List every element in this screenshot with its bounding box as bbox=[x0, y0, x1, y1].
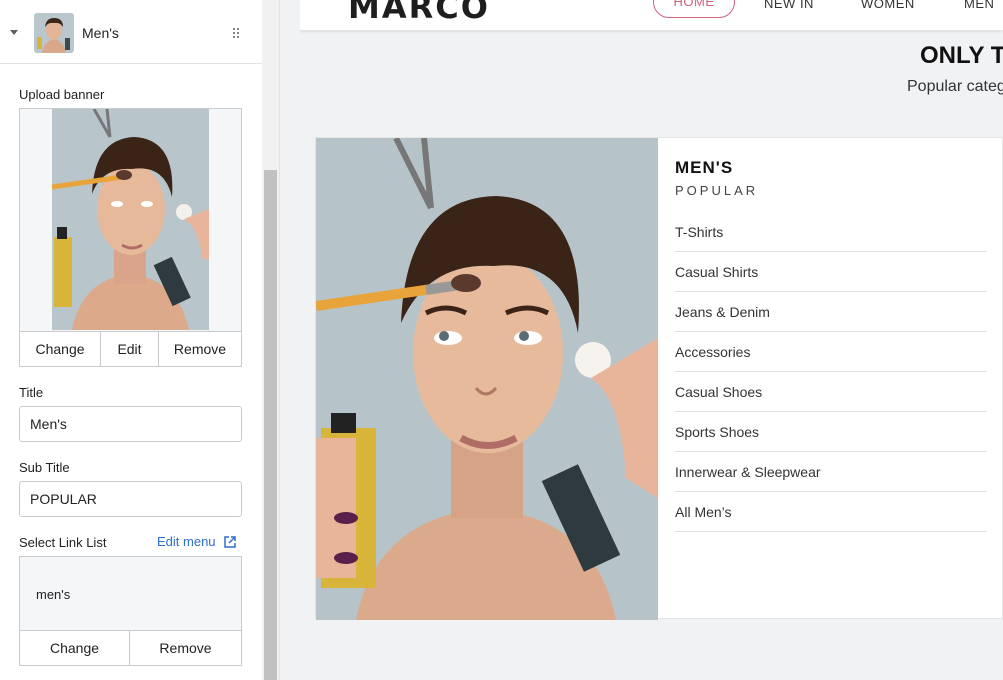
nav-new-in[interactable]: NEW IN bbox=[764, 0, 814, 11]
nav-women[interactable]: WOMEN bbox=[861, 0, 915, 11]
banner-upload-box: Change Edit Remove bbox=[19, 108, 242, 367]
category-card: MEN'S POPULAR T-Shirts Casual Shirts Jea… bbox=[315, 137, 1003, 620]
editor-sidebar: Men's Upload banner Change Edit Remove T… bbox=[0, 0, 262, 680]
subtitle-input[interactable]: POPULAR bbox=[19, 481, 242, 517]
banner-edit-button[interactable]: Edit bbox=[101, 332, 159, 366]
category-link[interactable]: Casual Shirts bbox=[675, 252, 987, 292]
title-label: Title bbox=[19, 385, 44, 400]
store-header: MARCO HOME NEW IN WOMEN MEN bbox=[300, 0, 1003, 30]
category-link[interactable]: Jeans & Denim bbox=[675, 292, 987, 332]
title-input[interactable]: Men's bbox=[19, 406, 242, 442]
category-subtitle: POPULAR bbox=[675, 183, 759, 198]
category-title: MEN'S bbox=[675, 158, 734, 177]
category-link[interactable]: Casual Shoes bbox=[675, 372, 987, 412]
banner-button-row: Change Edit Remove bbox=[20, 331, 241, 366]
block-header[interactable]: Men's bbox=[0, 0, 262, 64]
category-link[interactable]: Innerwear & Sleepwear bbox=[675, 452, 987, 492]
link-change-button[interactable]: Change bbox=[20, 631, 130, 665]
category-link[interactable]: Accessories bbox=[675, 332, 987, 372]
category-link[interactable]: Sports Shoes bbox=[675, 412, 987, 452]
link-remove-button[interactable]: Remove bbox=[130, 631, 241, 665]
category-banner-image[interactable] bbox=[316, 138, 658, 620]
nav-men[interactable]: MEN bbox=[964, 0, 994, 11]
banner-image bbox=[52, 109, 209, 330]
edit-menu-label: Edit menu bbox=[157, 534, 216, 549]
subtitle-label: Sub Title bbox=[19, 460, 70, 475]
link-button-row: Change Remove bbox=[20, 630, 241, 665]
link-list-value: men's bbox=[36, 587, 71, 602]
panel-divider bbox=[279, 0, 300, 680]
sidebar-scrollbar-thumb[interactable] bbox=[264, 170, 277, 680]
store-logo[interactable]: MARCO bbox=[348, 0, 490, 26]
caret-down-icon[interactable] bbox=[10, 30, 18, 35]
drag-handle-icon[interactable] bbox=[233, 28, 240, 38]
banner-remove-button[interactable]: Remove bbox=[159, 332, 241, 366]
external-link-icon bbox=[223, 535, 236, 548]
link-list-box: men's Change Remove bbox=[19, 556, 242, 666]
category-link[interactable]: T-Shirts bbox=[675, 212, 987, 252]
section-subheading: Popular categ bbox=[907, 78, 1003, 95]
banner-change-button[interactable]: Change bbox=[20, 332, 101, 366]
block-thumbnail bbox=[34, 13, 74, 53]
edit-menu-link[interactable]: Edit menu bbox=[157, 534, 236, 549]
upload-banner-label: Upload banner bbox=[19, 87, 105, 102]
store-preview: MARCO HOME NEW IN WOMEN MEN ONLY T Popul… bbox=[300, 0, 1003, 680]
block-title: Men's bbox=[82, 25, 119, 41]
link-list-label: Select Link List bbox=[19, 535, 107, 550]
section-heading: ONLY T bbox=[920, 42, 1003, 69]
nav-home[interactable]: HOME bbox=[653, 0, 735, 18]
category-link-list: T-Shirts Casual Shirts Jeans & Denim Acc… bbox=[675, 212, 987, 532]
category-link[interactable]: All Men’s bbox=[675, 492, 987, 532]
